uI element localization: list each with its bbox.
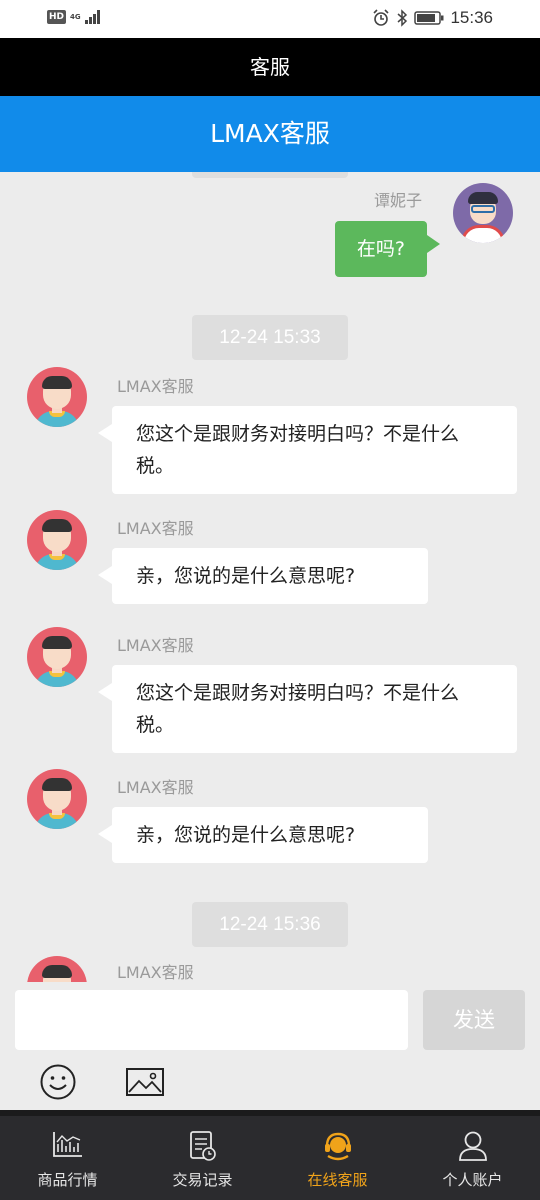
timestamp-partial xyxy=(192,172,348,178)
message-input[interactable] xyxy=(15,990,408,1050)
chat-header: LMAX客服 xyxy=(0,96,540,172)
agent-sender-name: LMAX客服 xyxy=(117,636,194,655)
bluetooth-icon xyxy=(397,9,408,27)
signal-icon xyxy=(84,10,100,24)
image-icon[interactable] xyxy=(126,1068,164,1096)
send-button[interactable]: 发送 xyxy=(423,990,525,1050)
agent-message-text: 您这个是跟财务对接明白吗？不是什么税。 xyxy=(136,682,460,736)
nav-label-trade-record: 交易记录 xyxy=(172,1171,233,1189)
chat-title: LMAX客服 xyxy=(210,119,330,148)
agent-sender-name: LMAX客服 xyxy=(117,778,194,797)
app-title-bar: 客服 xyxy=(0,38,540,96)
nav-label-market: 商品行情 xyxy=(37,1171,98,1189)
agent-message-bubble[interactable]: 您这个是跟财务对接明白吗？不是什么税。 xyxy=(98,406,517,494)
status-left: HD 4G xyxy=(47,10,103,24)
agent-message-bubble[interactable]: 亲，您说的是什么意思呢? xyxy=(98,548,428,604)
nav-label-account: 个人账户 xyxy=(442,1171,503,1189)
trade-record-icon xyxy=(189,1131,216,1161)
agent-avatar[interactable] xyxy=(27,510,87,570)
agent-avatar[interactable] xyxy=(27,367,87,427)
timestamp: 12-24 15:33 xyxy=(192,315,348,360)
nav-item-market[interactable]: 商品行情 xyxy=(0,1116,135,1200)
agent-message-text: 亲，您说的是什么意思呢? xyxy=(136,824,356,846)
user-avatar[interactable] xyxy=(453,183,513,243)
agent-avatar[interactable] xyxy=(27,627,87,687)
network-type: 4G xyxy=(70,13,81,21)
agent-sender-name: LMAX客服 xyxy=(117,519,194,538)
hd-badge: HD xyxy=(47,10,67,24)
person-icon xyxy=(458,1131,487,1161)
agent-message-bubble[interactable]: 亲，您说的是什么意思呢? xyxy=(98,807,428,863)
nav-item-account[interactable]: 个人账户 xyxy=(405,1116,540,1200)
nav-item-trade-record[interactable]: 交易记录 xyxy=(135,1116,270,1200)
agent-message-bubble[interactable]: 您这个是跟财务对接明白吗？不是什么税。 xyxy=(98,665,517,753)
agent-sender-name: LMAX客服 xyxy=(117,963,194,982)
agent-sender-name: LMAX客服 xyxy=(117,377,194,396)
user-message-bubble[interactable]: 在吗? xyxy=(334,221,441,277)
agent-avatar[interactable] xyxy=(27,956,87,982)
message-composer: 发送 xyxy=(0,982,540,1110)
bottom-nav: 商品行情 交易记录 在线客服 个人账户 xyxy=(0,1110,540,1200)
market-chart-icon xyxy=(52,1132,82,1157)
nav-item-customer-service[interactable]: 在线客服 xyxy=(270,1116,405,1200)
user-message-text: 在吗? xyxy=(356,238,405,260)
emoji-icon[interactable] xyxy=(40,1064,76,1100)
agent-avatar[interactable] xyxy=(27,769,87,829)
nav-label-customer-service: 在线客服 xyxy=(307,1171,368,1189)
app-title: 客服 xyxy=(250,55,290,79)
alarm-icon xyxy=(373,9,390,26)
status-bar: HD 4G 15:36 xyxy=(0,0,540,38)
agent-message-text: 您这个是跟财务对接明白吗？不是什么税。 xyxy=(136,423,460,477)
chat-message-list[interactable]: 谭妮子 在吗? 12-24 15:33 LMAX客服 您这个是跟财务对接明白吗？… xyxy=(0,172,540,982)
clock-time: 15:36 xyxy=(450,8,493,27)
agent-message-text: 亲，您说的是什么意思呢? xyxy=(136,565,356,587)
timestamp: 12-24 15:36 xyxy=(192,902,348,947)
user-sender-name: 谭妮子 xyxy=(373,191,422,210)
customer-service-icon xyxy=(324,1132,351,1161)
status-right: 15:36 xyxy=(372,8,493,28)
battery-icon xyxy=(414,11,444,25)
